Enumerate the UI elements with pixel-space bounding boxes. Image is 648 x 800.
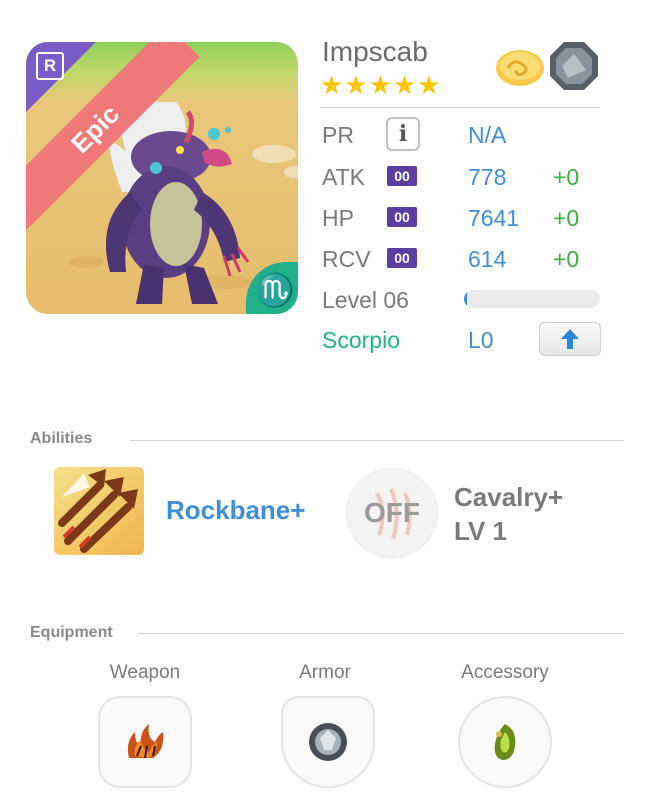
- zodiac-upgrade-button[interactable]: [539, 322, 601, 356]
- abilities-title: Abilities: [30, 430, 93, 447]
- equipment-divider: [138, 633, 624, 634]
- hp-badge: 00: [387, 207, 417, 227]
- atk-value: 778: [468, 164, 507, 190]
- level-progress-bar: [464, 290, 600, 308]
- hp-label: HP: [322, 205, 354, 231]
- pr-label: PR: [322, 122, 354, 148]
- weapon-label: Weapon: [109, 662, 181, 683]
- secondary-ability-level: LV 1: [454, 516, 507, 546]
- zodiac-label: Scorpio: [322, 327, 400, 353]
- accessory-label: Accessory: [461, 662, 549, 683]
- cloud-element-icon: [496, 50, 544, 86]
- arrow-up-icon: [561, 329, 579, 349]
- monster-name: Impscab: [322, 36, 428, 67]
- abilities-divider: [130, 440, 624, 441]
- zodiac-level-value: L0: [468, 327, 494, 353]
- accessory-slot[interactable]: [458, 696, 552, 788]
- secondary-ability-name: Cavalry+: [454, 482, 564, 512]
- rank-badge: R: [36, 52, 64, 80]
- rcv-label: RCV: [322, 246, 371, 272]
- equipment-title: Equipment: [30, 624, 113, 641]
- armor-label: Armor: [299, 662, 351, 683]
- monster-portrait[interactable]: Epic R ♏: [26, 42, 298, 314]
- secondary-ability-text: Cavalry+ LV 1: [454, 480, 563, 548]
- atk-badge: 00: [387, 166, 417, 186]
- pr-value: N/A: [468, 122, 507, 148]
- rockbane-ability-icon[interactable]: [54, 467, 144, 555]
- rock-element-icon: [550, 42, 598, 90]
- level-progress-fill: [464, 290, 467, 308]
- armor-slot[interactable]: [281, 696, 375, 788]
- rcv-bonus: +0: [553, 246, 580, 272]
- flame-claw-icon: [127, 724, 164, 759]
- arrows-icon: [58, 469, 138, 553]
- atk-bonus: +0: [553, 164, 580, 190]
- primary-ability-name[interactable]: Rockbane+: [166, 495, 305, 526]
- ability-off-label: OFF: [364, 497, 420, 528]
- level-label: Level 06: [322, 287, 409, 313]
- weapon-slot[interactable]: [98, 696, 192, 788]
- green-gem-icon: [494, 724, 516, 760]
- atk-label: ATK: [322, 164, 366, 190]
- secondary-ability-toggle[interactable]: OFF: [346, 468, 438, 558]
- header-divider: [320, 107, 600, 108]
- rcv-value: 614: [468, 246, 507, 272]
- hp-value: 7641: [468, 205, 520, 231]
- pr-info-button[interactable]: i: [386, 117, 420, 151]
- hp-bonus: +0: [553, 205, 580, 231]
- star-rating: ★★★★★: [320, 70, 442, 100]
- shield-icon: [309, 723, 347, 761]
- rcv-badge: 00: [387, 248, 417, 268]
